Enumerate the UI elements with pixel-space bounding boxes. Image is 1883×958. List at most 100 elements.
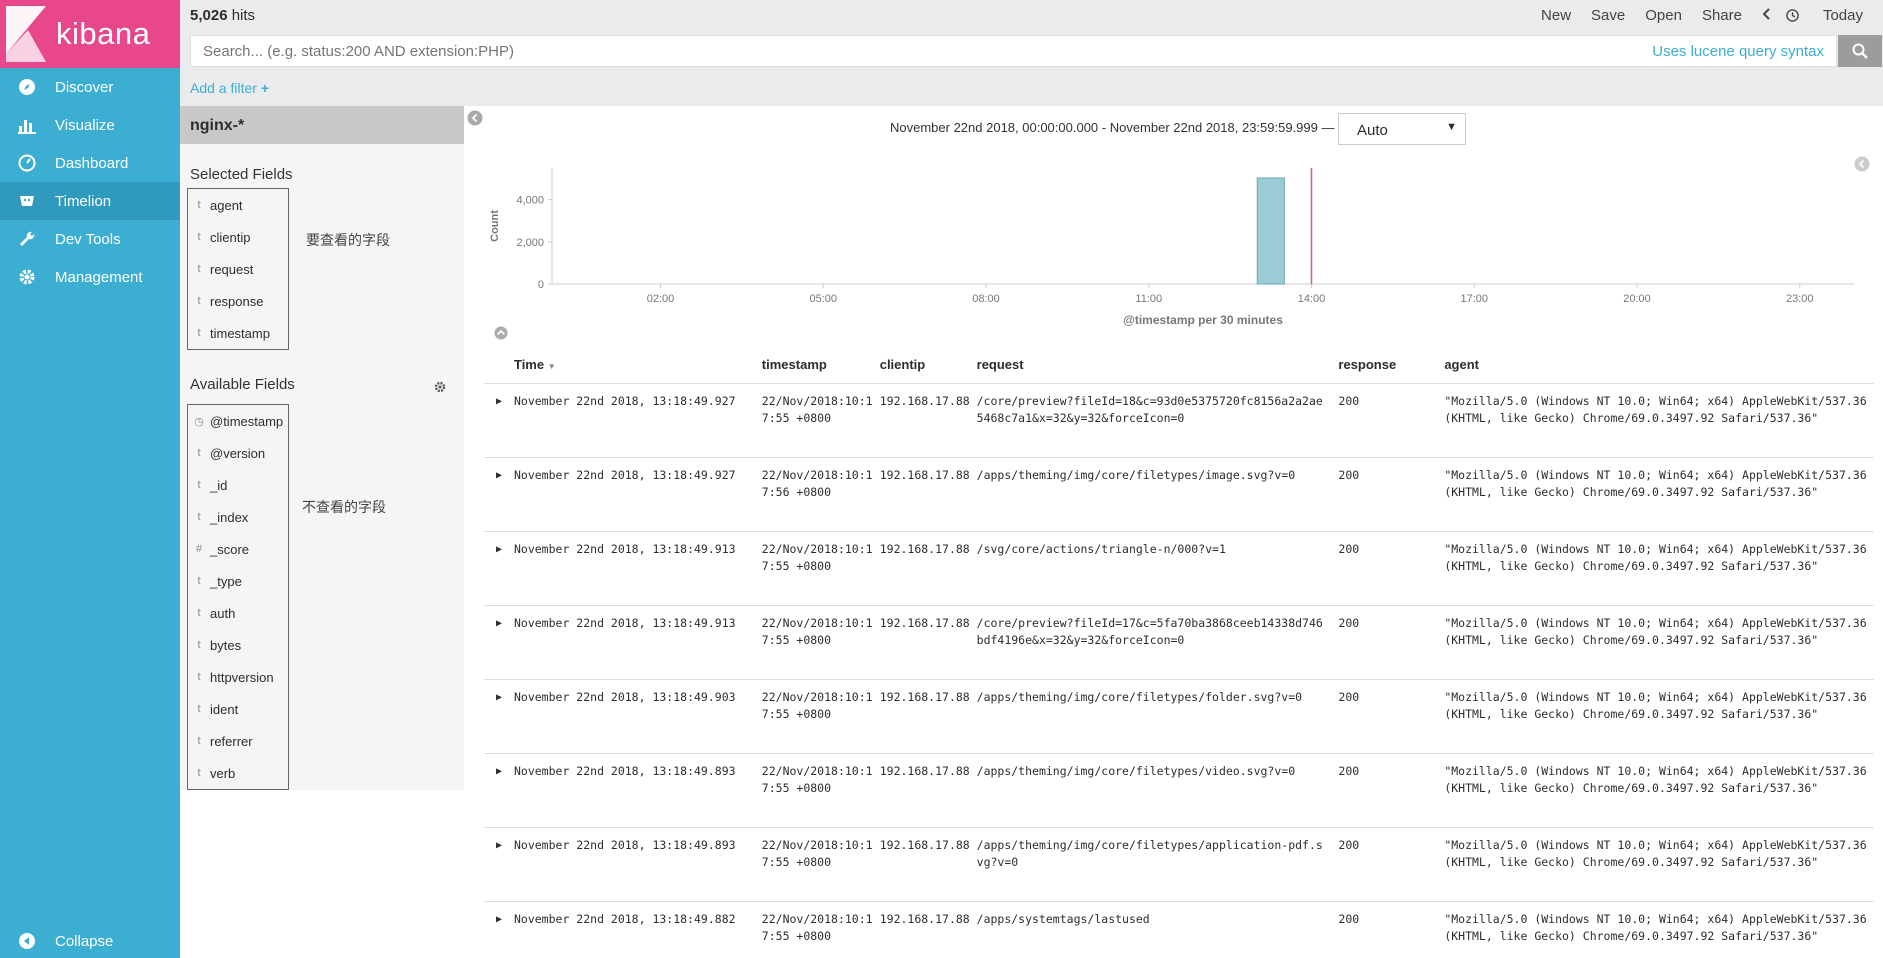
add-filter-link[interactable]: Add a filter + bbox=[190, 80, 269, 96]
field-ident[interactable]: t ident bbox=[188, 693, 288, 725]
filter-bar: Add a filter + bbox=[180, 68, 1883, 106]
sidebar-item-timelion[interactable]: Timelion bbox=[0, 182, 180, 220]
time-picker-button[interactable]: Today bbox=[1786, 7, 1863, 24]
interval-select[interactable]: Auto ▼ bbox=[1338, 113, 1466, 145]
field-name: response bbox=[210, 293, 264, 309]
field-response[interactable]: t response bbox=[188, 285, 288, 317]
field-version[interactable]: t @version bbox=[188, 437, 288, 469]
bar-chart-icon bbox=[18, 116, 36, 134]
table-row[interactable]: ▶ November 22nd 2018, 13:18:49.893 22/Nov/… bbox=[484, 828, 1874, 902]
field-panel: nginx-* Selected Fields t agent t clientip t… bbox=[180, 106, 464, 790]
table-row[interactable]: ▶ November 22nd 2018, 13:18:49.893 22/Nov/… bbox=[484, 754, 1874, 828]
expand-row-icon[interactable]: ▶ bbox=[484, 689, 514, 753]
sidebar-item-discover[interactable]: Discover bbox=[0, 68, 180, 106]
new-button[interactable]: New bbox=[1541, 7, 1571, 24]
cell-request: /svg/core/actions/triangle-n/000?v=1 bbox=[976, 542, 1226, 556]
expand-row-icon[interactable]: ▶ bbox=[484, 615, 514, 679]
field-agent[interactable]: t agent bbox=[188, 189, 288, 221]
table-row[interactable]: ▶ November 22nd 2018, 13:18:49.913 22/Nov/… bbox=[484, 606, 1874, 680]
save-button[interactable]: Save bbox=[1591, 7, 1625, 24]
field-type-icon: # bbox=[195, 543, 203, 555]
x-tick-label: 23:00 bbox=[1786, 293, 1814, 305]
table-row[interactable]: ▶ November 22nd 2018, 13:18:49.927 22/Nov/… bbox=[484, 458, 1874, 532]
sidebar-item-label: Discover bbox=[55, 78, 114, 96]
gear-icon[interactable] bbox=[434, 380, 446, 396]
header-request[interactable]: request bbox=[977, 357, 1339, 372]
field-httpversion[interactable]: t httpversion bbox=[188, 661, 288, 693]
header-response[interactable]: response bbox=[1338, 357, 1444, 372]
field-type[interactable]: t _type bbox=[188, 565, 288, 597]
sidebar: kibana Discover Visualize Dashboard Timelio… bbox=[0, 0, 180, 958]
cell-clientip: 192.168.17.88 bbox=[879, 394, 970, 408]
expand-row-icon[interactable]: ▶ bbox=[484, 393, 514, 457]
toggle-chart-icon[interactable] bbox=[494, 326, 508, 343]
share-button[interactable]: Share bbox=[1702, 7, 1742, 24]
date-range: November 22nd 2018, 00:00:00.000 - Novem… bbox=[890, 120, 1335, 135]
sidebar-item-dev-tools[interactable]: Dev Tools bbox=[0, 220, 180, 258]
cell-response: 200 bbox=[1338, 394, 1360, 408]
field-id[interactable]: t _id bbox=[188, 469, 288, 501]
cell-agent: "Mozilla/5.0 (Windows NT 10.0; Win64; x6… bbox=[1444, 838, 1867, 869]
header-agent[interactable]: agent bbox=[1444, 357, 1874, 372]
lucene-syntax-link[interactable]: Uses lucene query syntax bbox=[1652, 43, 1824, 60]
field-clientip[interactable]: t clientip bbox=[188, 221, 288, 253]
field-timestamp[interactable]: t timestamp bbox=[188, 317, 288, 349]
kibana-logo[interactable]: kibana bbox=[0, 0, 180, 68]
field-timestamp[interactable]: ◷ @timestamp bbox=[188, 405, 288, 437]
index-pattern-title[interactable]: nginx-* bbox=[180, 106, 464, 144]
header-timestamp[interactable]: timestamp bbox=[762, 357, 880, 372]
field-request[interactable]: t request bbox=[188, 253, 288, 285]
expand-row-icon[interactable]: ▶ bbox=[484, 763, 514, 827]
cell-time: November 22nd 2018, 13:18:49.927 bbox=[513, 394, 736, 408]
cell-clientip: 192.168.17.88 bbox=[879, 468, 970, 482]
sort-down-icon[interactable]: ▼ bbox=[548, 362, 556, 371]
expand-row-icon[interactable]: ▶ bbox=[484, 467, 514, 531]
header-clientip[interactable]: clientip bbox=[880, 357, 977, 372]
search-button[interactable] bbox=[1838, 35, 1882, 67]
collapse-button[interactable]: Collapse bbox=[0, 924, 180, 958]
sidebar-item-dashboard[interactable]: Dashboard bbox=[0, 144, 180, 182]
sidebar-item-label: Dashboard bbox=[55, 154, 129, 172]
open-button[interactable]: Open bbox=[1645, 7, 1682, 24]
sidebar-item-management[interactable]: Management bbox=[0, 258, 180, 296]
field-name: @version bbox=[210, 445, 266, 461]
x-tick-label: 11:00 bbox=[1135, 293, 1162, 305]
field-name: ident bbox=[210, 701, 239, 717]
field-bytes[interactable]: t bytes bbox=[188, 629, 288, 661]
header-time[interactable]: Time ▼ bbox=[514, 357, 762, 372]
search-input[interactable] bbox=[191, 42, 1653, 60]
expand-row-icon[interactable]: ▶ bbox=[484, 541, 514, 605]
sidebar-item-label: Management bbox=[55, 268, 143, 286]
field-index[interactable]: t _index bbox=[188, 501, 288, 533]
field-verb[interactable]: t verb bbox=[188, 757, 288, 789]
field-referrer[interactable]: t referrer bbox=[188, 725, 288, 757]
wrench-icon bbox=[18, 230, 36, 248]
cell-clientip: 192.168.17.88 bbox=[879, 912, 970, 926]
table-row[interactable]: ▶ November 22nd 2018, 13:18:49.927 22/Nov/… bbox=[484, 384, 1874, 458]
cell-agent: "Mozilla/5.0 (Windows NT 10.0; Win64; x6… bbox=[1444, 542, 1867, 573]
logo-text: kibana bbox=[56, 16, 151, 51]
x-tick-label: 17:00 bbox=[1460, 293, 1488, 305]
table-row[interactable]: ▶ November 22nd 2018, 13:18:49.903 22/Nov/… bbox=[484, 680, 1874, 754]
sidebar-collapse-icon[interactable] bbox=[467, 110, 483, 129]
cell-timestamp: 22/Nov/2018:10:17:55 +0800 bbox=[761, 912, 873, 943]
available-fields-title: Available Fields bbox=[190, 376, 295, 393]
field-type-icon: t bbox=[197, 703, 201, 715]
cell-request: /apps/theming/img/core/filetypes/image.s… bbox=[976, 468, 1296, 482]
field-auth[interactable]: t auth bbox=[188, 597, 288, 629]
cell-timestamp: 22/Nov/2018:10:17:55 +0800 bbox=[761, 616, 873, 647]
field-type-icon: t bbox=[197, 199, 201, 211]
expand-row-icon[interactable]: ▶ bbox=[484, 911, 514, 958]
x-tick-label: 02:00 bbox=[647, 293, 675, 305]
y-tick-label: 2,000 bbox=[516, 237, 544, 249]
chevron-left-icon[interactable] bbox=[1762, 7, 1772, 24]
field-type-icon: t bbox=[197, 295, 201, 307]
table-row[interactable]: ▶ November 22nd 2018, 13:18:49.913 22/Nov/… bbox=[484, 532, 1874, 606]
hits-number: 5,026 bbox=[190, 7, 228, 24]
expand-row-icon[interactable]: ▶ bbox=[484, 837, 514, 901]
field-type-icon: t bbox=[197, 639, 201, 651]
sidebar-item-visualize[interactable]: Visualize bbox=[0, 106, 180, 144]
x-tick-label: 08:00 bbox=[972, 293, 1000, 305]
field-score[interactable]: # _score bbox=[188, 533, 288, 565]
table-row[interactable]: ▶ November 22nd 2018, 13:18:49.882 22/Nov/… bbox=[484, 902, 1874, 958]
